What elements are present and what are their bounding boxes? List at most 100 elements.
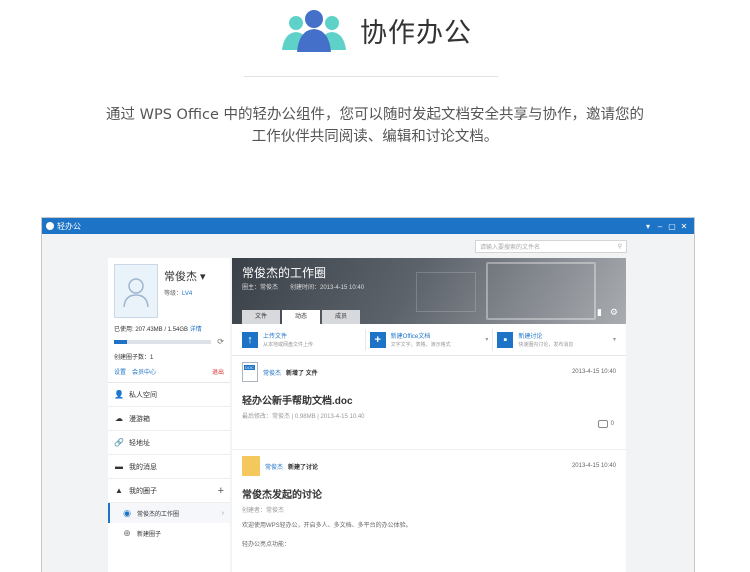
window-titlebar: 轻办公 ▾ – ▢ ✕ — [42, 218, 694, 234]
folder-icon — [242, 456, 260, 476]
banner-decoration — [416, 272, 476, 312]
hero-title: 协作办公 — [360, 17, 472, 49]
chevron-right-icon: › — [221, 509, 224, 517]
feed-discussion-body: 欢迎使用WPS轻办公，开启多人、多文档、多平台的办公体验。 — [242, 523, 412, 529]
feed-file-meta: 最后修改：常俊杰 | 0.98MB | 2013-4-15 10:40 — [242, 414, 365, 420]
circle-item-work-circle[interactable]: ◉ 常俊杰的工作圈 › — [108, 503, 230, 523]
new-discussion-button[interactable]: ▪ 新建讨论 快速圈内讨论，发布消息 ▾ — [493, 329, 620, 351]
banner-monitor-image — [486, 262, 596, 320]
feed-item: DOC 常俊杰 新增了 文件 2013-4-15 10:40 轻办公新手帮助文档… — [232, 356, 626, 450]
storage-usage: 已使用: 207.43MB / 1.54GB 详情 — [108, 324, 230, 333]
feed-author[interactable]: 常俊杰 — [265, 462, 283, 471]
tab-files[interactable]: 文件 — [242, 310, 280, 324]
upload-title: 上传文件 — [263, 334, 288, 340]
banner-meta: 圈主：常俊杰 创建时间：2013-4-15 10:40 — [242, 285, 365, 291]
message-icon: ▬ — [115, 462, 123, 471]
member-center-link[interactable]: 会员中心 — [132, 367, 156, 376]
circle-banner: 常俊杰的工作圈 圈主：常俊杰 创建时间：2013-4-15 10:40 文件 动… — [232, 258, 626, 324]
window-title: 轻办公 — [57, 221, 81, 231]
app-window: 轻办公 ▾ – ▢ ✕ 请输入要搜索的文件名 ⚲ 常俊杰 ▾ 等级：LV4 已使… — [41, 217, 695, 572]
upload-arrow-icon: ↑ — [242, 331, 258, 348]
storage-progress-bar — [114, 339, 212, 344]
new-circle-item[interactable]: ⊕ 新建圈子 — [108, 523, 230, 543]
new-office-doc-button[interactable]: + 新建Office文档 文字文字，表格，演示格式 ▾ — [366, 328, 494, 351]
banner-title: 常俊杰的工作圈 — [242, 266, 327, 280]
search-icon[interactable]: ⚲ — [618, 243, 622, 250]
circle-user-icon: ◉ — [123, 507, 131, 518]
sidebar: 常俊杰 ▾ 等级：LV4 已使用: 207.43MB / 1.54GB 详情 ⟳… — [108, 258, 230, 572]
comment-icon — [597, 420, 608, 428]
circle-count: 创建圈子数：1 — [114, 355, 154, 361]
caret-down-icon[interactable]: ▾ — [485, 336, 488, 343]
cloud-icon: ☁ — [115, 414, 123, 423]
minimize-button[interactable]: – — [654, 222, 666, 231]
intro-line-1: 通过 WPS Office 中的轻办公组件，您可以随时发起文档安全共享与协作，邀… — [106, 107, 644, 123]
circle-tabs: 文件 动态 成员 — [242, 310, 360, 324]
maximize-button[interactable]: ▢ — [666, 222, 678, 231]
feed-action: 新建了讨论 — [288, 464, 319, 471]
avatar[interactable] — [114, 264, 158, 318]
feed-time: 2013-4-15 10:40 — [571, 463, 616, 469]
main-panel: 常俊杰的工作圈 圈主：常俊杰 创建时间：2013-4-15 10:40 文件 动… — [232, 258, 626, 572]
new-discussion-desc: 快速圈内讨论，发布消息 — [518, 342, 574, 348]
app-logo-icon — [46, 222, 54, 230]
tab-members[interactable]: 成员 — [322, 310, 360, 324]
file-search-input[interactable]: 请输入要搜索的文件名 ⚲ — [475, 240, 627, 253]
feed-item: 常俊杰 新建了讨论 2013-4-15 10:40 常俊杰发起的讨论 创建者：常… — [232, 450, 626, 554]
search-placeholder: 请输入要搜索的文件名 — [480, 245, 541, 251]
menu-dropdown-button[interactable]: ▾ — [642, 222, 654, 231]
new-discussion-title: 新建讨论 — [518, 334, 543, 340]
divider — [244, 76, 498, 77]
triangle-icon: ▲ — [115, 486, 123, 495]
usage-text: 已使用: 207.43MB / 1.54GB — [114, 327, 189, 333]
avatar-placeholder-icon — [123, 278, 149, 308]
storage-progress-fill — [114, 339, 127, 344]
comment-button[interactable]: 0 — [597, 420, 614, 428]
new-doc-title: 新建Office文档 — [390, 334, 431, 340]
caret-down-icon[interactable]: ▾ — [613, 336, 616, 343]
page: 协作办公 通过 WPS Office 中的轻办公组件，您可以随时发起文档安全共享… — [0, 0, 750, 572]
sidebar-item-my-circles[interactable]: ▲ 我的圈子 + — [108, 479, 230, 503]
intro-line-2: 工作伙伴共同阅读、编辑和讨论文档。 — [251, 129, 499, 145]
sidebar-item-private-space[interactable]: 👤 私人空间 — [108, 383, 230, 407]
people-icon — [282, 10, 346, 52]
usage-detail-link[interactable]: 详情 — [190, 327, 202, 333]
feed-action: 新增了 文件 — [286, 370, 318, 377]
plus-icon: + — [369, 331, 386, 348]
link-icon: 🔗 — [114, 438, 124, 447]
account-links: 设置 会员中心 退出 — [108, 361, 230, 383]
action-bar: ↑ 上传文件 从本地或网盘文件上传 + 新建Office文档 文字文字，表格，演… — [232, 324, 626, 356]
user-level: 等级：LV4 — [164, 291, 193, 297]
user-icon: 👤 — [114, 390, 124, 399]
sidebar-item-light-address[interactable]: 🔗 轻地址 — [108, 431, 230, 455]
doc-file-icon: DOC — [242, 362, 258, 382]
feed-discussion-creator: 创建者：常俊杰 — [242, 508, 285, 514]
settings-link[interactable]: 设置 — [114, 367, 126, 376]
add-circle-icon[interactable]: + — [218, 485, 224, 497]
feed-discussion-title[interactable]: 常俊杰发起的讨论 — [242, 486, 616, 501]
sidebar-item-messages[interactable]: ▬ 我的消息 — [108, 455, 230, 479]
bookmark-icon: ▪ — [497, 331, 514, 348]
feed-discussion-highlights: 轻办公亮点功能： — [242, 542, 291, 548]
hero-header: 协作办公 — [0, 8, 750, 52]
new-doc-desc: 文字文字，表格，演示格式 — [390, 342, 451, 348]
profile-card: 常俊杰 ▾ 等级：LV4 — [108, 258, 230, 324]
upload-desc: 从本地或网盘文件上传 — [263, 342, 314, 348]
feed-author[interactable]: 常俊杰 — [263, 368, 281, 377]
user-name[interactable]: 常俊杰 ▾ — [164, 268, 206, 284]
sidebar-nav: 👤 私人空间 ☁ 漫游箱 🔗 轻地址 ▬ 我的消息 ▲ 我的圈子 + ◉ 常俊杰的工作圈 › ⊕… — [108, 383, 230, 543]
logout-link[interactable]: 退出 — [212, 367, 224, 376]
sidebar-item-roaming-box[interactable]: ☁ 漫游箱 — [108, 407, 230, 431]
banner-actions: ▮ ⚙ — [597, 307, 618, 318]
tab-activity[interactable]: 动态 — [282, 310, 320, 324]
gear-icon[interactable]: ⚙ — [610, 307, 618, 318]
hero-intro: 通过 WPS Office 中的轻办公组件，您可以随时发起文档安全共享与协作，邀… — [40, 104, 710, 148]
refresh-icon[interactable]: ⟳ — [217, 337, 224, 346]
feed-file-title[interactable]: 轻办公新手帮助文档.doc — [242, 392, 616, 407]
upload-file-button[interactable]: ↑ 上传文件 从本地或网盘文件上传 — [238, 328, 366, 351]
comment-count: 0 — [610, 421, 614, 427]
close-button[interactable]: ✕ — [678, 222, 690, 231]
feed-time: 2013-4-15 10:40 — [571, 369, 616, 375]
plus-circle-icon: ⊕ — [123, 527, 131, 538]
trash-icon[interactable]: ▮ — [597, 307, 602, 318]
